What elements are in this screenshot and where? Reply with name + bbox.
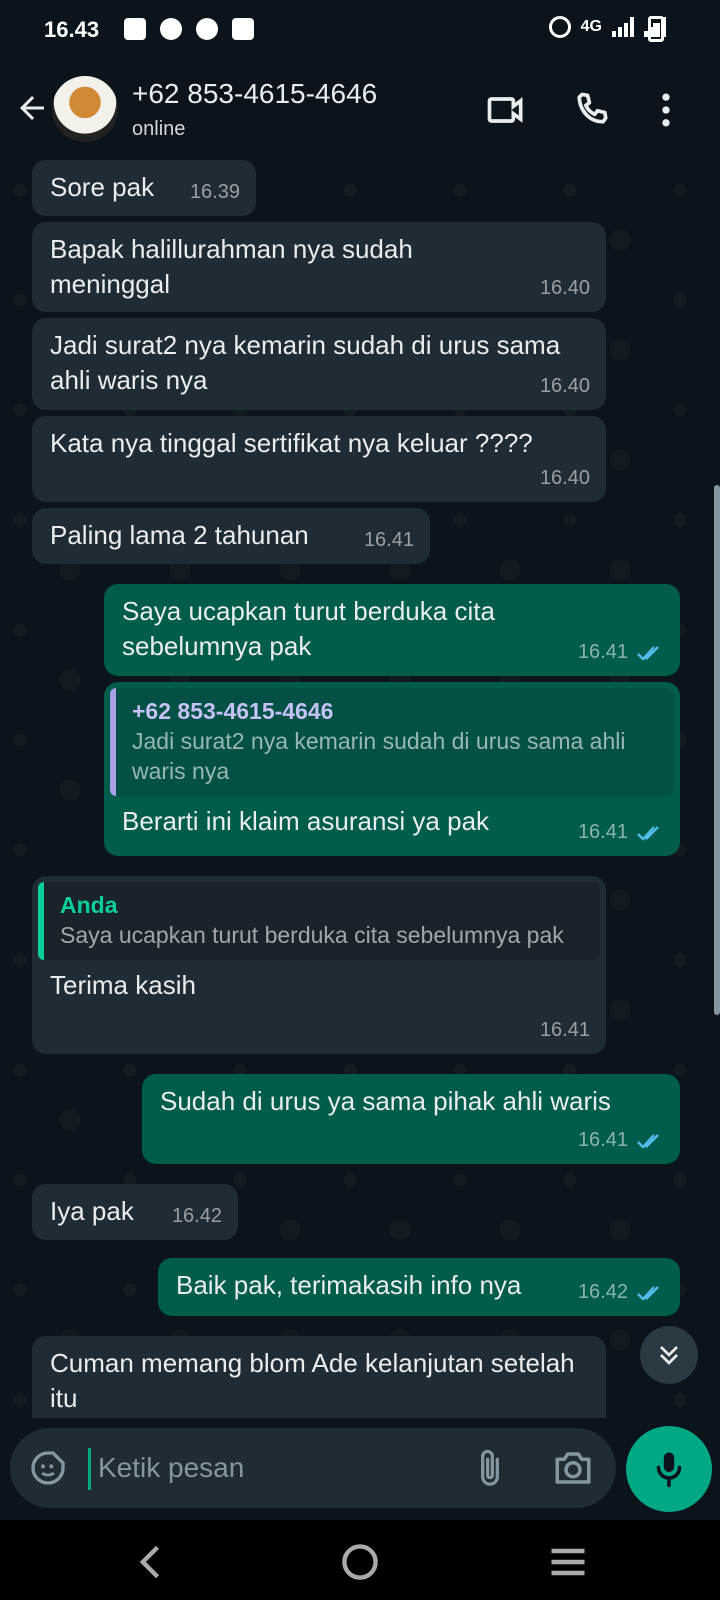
message-time: 16.41 [539, 1019, 590, 1041]
quote-text: Jadi surat2 nya kemarin sudah di urus sa… [132, 728, 626, 784]
message-text: Terima kasih [50, 970, 196, 1000]
double-tick-icon [637, 645, 659, 661]
composer [0, 1418, 720, 1520]
message-meta: 16.42 [172, 1199, 222, 1234]
status-time: 16.43 [44, 17, 100, 42]
message-text: Bapak halillurahman nya sudah meninggal [50, 234, 413, 299]
message-meta: 16.41 [578, 1123, 664, 1158]
message-meta: 16.40 [540, 461, 590, 496]
message-meta: 16.41 [364, 523, 414, 558]
message-time: 16.39 [189, 181, 240, 203]
message-time: 16.42 [577, 1281, 628, 1303]
quoted-message[interactable]: Anda Saya ucapkan turut berduka cita seb… [38, 882, 600, 960]
scroll-to-bottom-button[interactable] [640, 1326, 698, 1384]
mic-icon [656, 1452, 682, 1488]
message-text: Saya ucapkan turut berduka cita sebelumn… [122, 596, 495, 661]
notification-icons [124, 18, 254, 40]
double-tick-icon [637, 1285, 659, 1301]
camera-icon[interactable] [552, 1448, 594, 1488]
more-vert-icon[interactable] [644, 88, 688, 132]
chat-area[interactable]: Sore pak 16.39 Bapak halillurahman nya s… [0, 160, 720, 1418]
search-icon [160, 18, 182, 40]
message-input-container[interactable] [10, 1428, 616, 1508]
message-meta: 16.39 [190, 175, 240, 210]
message-time: 16.41 [363, 529, 414, 551]
message-meta: 16.40 [540, 369, 590, 404]
battery-icon [648, 16, 664, 42]
message-incoming[interactable]: Paling lama 2 tahunan 16.41 [32, 508, 430, 564]
back-arrow-icon[interactable] [14, 90, 50, 126]
ge-icon [232, 18, 254, 40]
nav-back-icon[interactable] [130, 1540, 174, 1584]
double-tick-icon [637, 1133, 659, 1149]
message-time: 16.41 [577, 1129, 628, 1151]
message-time: 16.42 [171, 1205, 222, 1227]
message-input[interactable] [98, 1450, 458, 1486]
message-meta: 16.41 [578, 635, 664, 670]
message-text: Cuman memang blom Ade kelanjutan setelah… [50, 1348, 575, 1413]
phone-icon[interactable] [570, 88, 614, 132]
bag-icon [124, 18, 146, 40]
message-incoming[interactable]: Kata nya tinggal sertifikat nya keluar ?… [32, 416, 606, 502]
d-app-icon [196, 18, 218, 40]
system-nav-bar [0, 1520, 720, 1600]
text-caret [88, 1448, 91, 1490]
message-incoming[interactable]: Jadi surat2 nya kemarin sudah di urus sa… [32, 318, 606, 410]
message-outgoing[interactable]: Saya ucapkan turut berduka cita sebelumn… [104, 584, 680, 676]
message-time: 16.41 [577, 641, 628, 663]
contact-status: online [132, 118, 186, 140]
message-text: Paling lama 2 tahunan [50, 520, 309, 550]
network-type: 4G [580, 18, 602, 35]
avatar[interactable] [52, 76, 118, 142]
message-outgoing-reply[interactable]: +62 853-4615-4646 Jadi surat2 nya kemari… [104, 682, 680, 856]
chat-header: +62 853-4615-4646 online [0, 60, 720, 160]
message-time: 16.40 [539, 467, 590, 489]
message-meta: 16.41 [540, 1013, 590, 1048]
status-bar: 16.43 4G [0, 0, 720, 60]
double-tick-icon [637, 825, 659, 841]
nav-home-icon[interactable] [338, 1540, 382, 1584]
message-text: Kata nya tinggal sertifikat nya keluar ?… [50, 428, 533, 458]
contact-name[interactable]: +62 853-4615-4646 [132, 78, 377, 110]
message-outgoing[interactable]: Sudah di urus ya sama pihak ahli waris 1… [142, 1074, 680, 1164]
message-text: Jadi surat2 nya kemarin sudah di urus sa… [50, 330, 561, 395]
quote-author: Anda [60, 892, 118, 918]
message-text: Sore pak [50, 172, 155, 202]
message-time: 16.40 [539, 277, 590, 299]
video-call-icon[interactable] [484, 88, 528, 132]
message-text: Iya pak [50, 1196, 134, 1226]
quote-text: Saya ucapkan turut berduka cita sebelumn… [60, 922, 564, 948]
message-text: Berarti ini klaim asuransi ya pak [122, 806, 490, 836]
paperclip-icon[interactable] [472, 1446, 508, 1490]
message-incoming-reply[interactable]: Anda Saya ucapkan turut berduka cita seb… [32, 876, 606, 1054]
message-meta: 16.41 [578, 815, 664, 850]
message-time: 16.40 [539, 375, 590, 397]
quote-author: +62 853-4615-4646 [132, 698, 334, 724]
message-text: Sudah di urus ya sama pihak ahli waris [160, 1086, 611, 1116]
message-incoming[interactable]: Iya pak 16.42 [32, 1184, 238, 1240]
scrollbar[interactable] [714, 485, 720, 1015]
nav-recents-icon[interactable] [546, 1540, 590, 1584]
message-incoming[interactable]: Bapak halillurahman nya sudah meninggal … [32, 222, 606, 312]
message-meta: 16.40 [540, 271, 590, 306]
quoted-message[interactable]: +62 853-4615-4646 Jadi surat2 nya kemari… [110, 688, 674, 796]
message-outgoing[interactable]: Baik pak, terimakasih info nya 16.42 [158, 1258, 680, 1316]
sticker-emoji-icon[interactable] [28, 1448, 68, 1488]
alarm-icon [548, 16, 571, 38]
signal-icon [612, 17, 634, 37]
message-incoming[interactable]: Sore pak 16.39 [32, 160, 256, 216]
message-time: 16.41 [577, 821, 628, 843]
mic-button[interactable] [626, 1426, 712, 1512]
double-chevron-down-icon [660, 1346, 678, 1365]
message-text: Baik pak, terimakasih info nya [176, 1270, 522, 1300]
message-meta: 16.42 [578, 1275, 664, 1310]
message-incoming[interactable]: Cuman memang blom Ade kelanjutan setelah… [32, 1336, 606, 1418]
